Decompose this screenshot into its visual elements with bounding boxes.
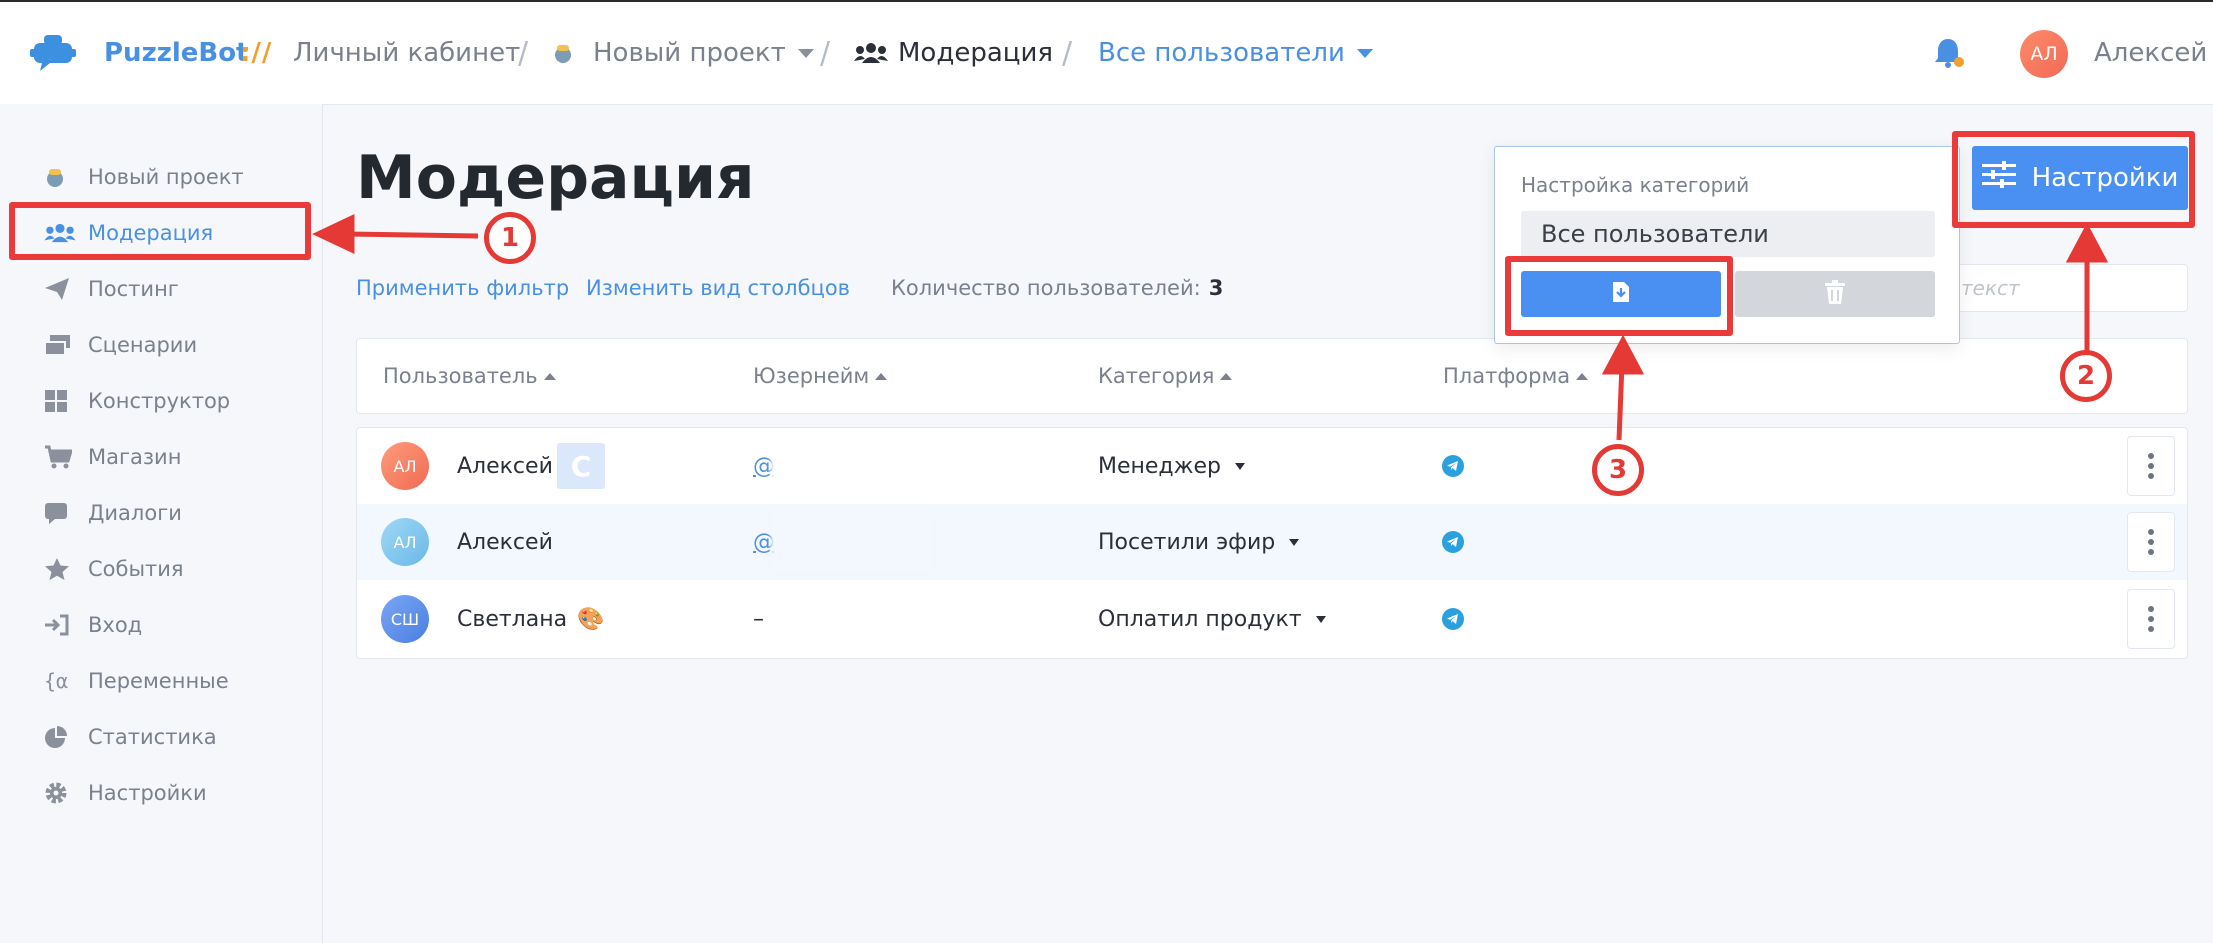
annotation-arrows — [312, 214, 2109, 441]
step-marker-2: 2 — [2060, 350, 2112, 402]
step-marker-1: 1 — [484, 212, 536, 264]
step-marker-3: 3 — [1592, 444, 1644, 496]
